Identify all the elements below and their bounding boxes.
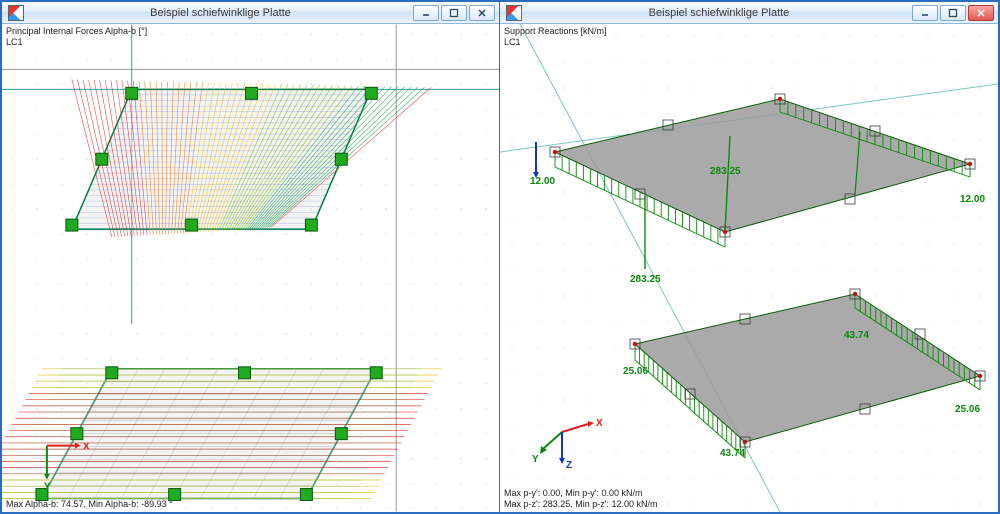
info-top-left: Principal Internal Forces Alpha-b [°] LC… [6,26,147,48]
close-button[interactable] [968,5,994,21]
svg-text:Y: Y [532,454,539,465]
close-button[interactable] [469,5,495,21]
viewport-left[interactable]: X Y Principal Internal Forces Alpha-b [°]… [2,24,499,512]
svg-text:283.25: 283.25 [630,274,661,285]
loadcase-label: LC1 [6,37,147,48]
info-bottom-left: Max Alpha-b: 74.57, Min Alpha-b: -89.93 … [6,499,173,510]
maximize-button[interactable] [441,5,467,21]
svg-text:43.74: 43.74 [720,448,745,459]
result-range-label: Max Alpha-b: 74.57, Min Alpha-b: -89.93 … [6,499,173,510]
svg-text:X: X [596,418,603,429]
maximize-button[interactable] [940,5,966,21]
svg-text:43.74: 43.74 [844,330,869,341]
svg-text:X: X [83,442,90,453]
app-icon [8,5,24,21]
svg-text:25.06: 25.06 [955,404,980,415]
svg-text:12.00: 12.00 [960,194,985,205]
result-type-label: Support Reactions [kN/m] [504,26,607,37]
svg-text:Y: Y [44,482,51,493]
loadcase-label: LC1 [504,37,607,48]
minimize-button[interactable] [413,5,439,21]
window-left: Beispiel schiefwinklige Platte X Y Princi… [2,2,500,512]
viewport-right[interactable]: 12.00 283.25 283.25 12.00 25.06 43.74 43.74 25.… [500,24,998,512]
svg-text:12.00: 12.00 [530,176,555,187]
result-type-label: Principal Internal Forces Alpha-b [°] [6,26,147,37]
svg-text:283.25: 283.25 [710,166,741,177]
svg-text:Z: Z [566,460,572,471]
titlebar-right[interactable]: Beispiel schiefwinklige Platte [500,2,998,24]
app-icon [506,5,522,21]
info-bottom-right: Max p-y': 0.00, Min p-y': 0.00 kN/m Max … [504,488,658,510]
svg-text:25.06: 25.06 [623,366,648,377]
minimize-button[interactable] [912,5,938,21]
window-title-right: Beispiel schiefwinklige Platte [526,7,912,19]
result-range-line2: Max p-z': 283.25, Min p-z': 12.00 kN/m [504,499,658,510]
window-title-left: Beispiel schiefwinklige Platte [28,7,413,19]
result-range-line1: Max p-y': 0.00, Min p-y': 0.00 kN/m [504,488,658,499]
window-right: Beispiel schiefwinklige Platte 12.00 283.… [500,2,998,512]
titlebar-left[interactable]: Beispiel schiefwinklige Platte [2,2,499,24]
info-top-right: Support Reactions [kN/m] LC1 [504,26,607,48]
